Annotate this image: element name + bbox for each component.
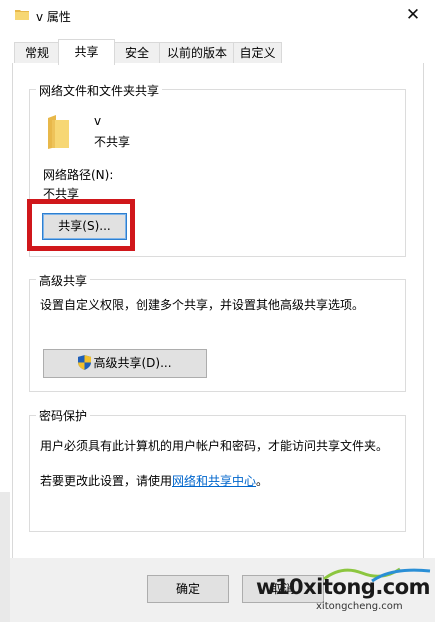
tab-general[interactable]: 常规 xyxy=(14,42,60,63)
advanced-sharing-description: 设置自定义权限，创建多个共享，并设置其他高级共享选项。 xyxy=(40,298,365,312)
tab-customize[interactable]: 自定义 xyxy=(233,42,282,63)
tab-security[interactable]: 安全 xyxy=(113,42,161,63)
watermark-sub-text: xitongcheng.com xyxy=(316,601,403,612)
advanced-sharing-group-label: 高级共享 xyxy=(36,272,91,289)
folder-icon xyxy=(48,115,69,149)
password-protection-change-text: 若要更改此设置，请使用网络和共享中心。 xyxy=(40,472,268,489)
uac-shield-icon xyxy=(78,355,92,370)
network-sharing-group-label: 网络文件和文件夹共享 xyxy=(36,82,163,99)
folder-name: v xyxy=(94,114,102,128)
share-button[interactable]: 共享(S)... xyxy=(42,213,127,240)
password-protection-group-label: 密码保护 xyxy=(36,407,91,424)
network-path-label: 网络路径(N): xyxy=(43,168,114,182)
network-sharing-center-link[interactable]: 网络和共享中心 xyxy=(172,474,256,488)
change-prefix: 若要更改此设置，请使用 xyxy=(40,474,173,488)
background-window-edge xyxy=(0,492,10,622)
advanced-sharing-button[interactable]: 高级共享(D)... xyxy=(43,349,207,378)
change-suffix: 。 xyxy=(256,474,269,488)
ok-button[interactable]: 确定 xyxy=(147,575,229,603)
window-title: v 属性 xyxy=(36,10,71,24)
watermark-main-text: w10xitong.com xyxy=(256,575,431,599)
close-button[interactable]: ✕ xyxy=(398,2,428,28)
advanced-sharing-button-label: 高级共享(D)... xyxy=(93,356,172,370)
password-protection-description: 用户必须具有此计算机的用户帐户和密码，才能访问共享文件夹。 xyxy=(40,439,389,453)
tab-sharing[interactable]: 共享 xyxy=(58,39,115,65)
folder-icon xyxy=(15,10,29,20)
folder-share-status: 不共享 xyxy=(94,135,131,149)
tab-previous-versions[interactable]: 以前的版本 xyxy=(159,42,235,63)
